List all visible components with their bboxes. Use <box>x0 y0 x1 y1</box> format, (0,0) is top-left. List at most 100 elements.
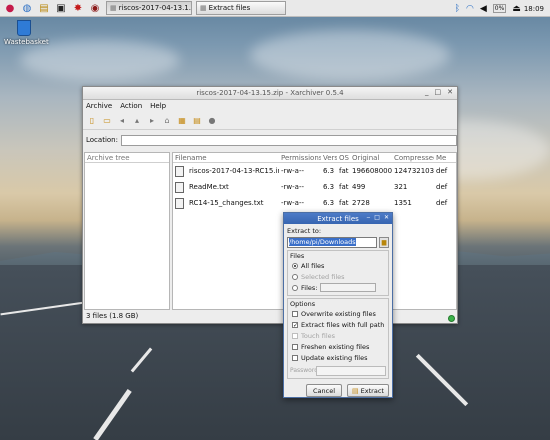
option-label: Overwrite existing files <box>301 309 376 318</box>
file-name: riscos-2017-04-13-RC15.img <box>189 167 279 175</box>
close-icon[interactable]: ✕ <box>447 88 453 96</box>
wifi-icon[interactable]: ◠ <box>466 4 474 14</box>
terminal-icon[interactable]: ▣ <box>54 1 68 15</box>
volume-icon[interactable]: ◀ <box>480 4 487 14</box>
files-pattern-input[interactable] <box>320 283 377 292</box>
col-filename[interactable]: Filename <box>173 153 279 162</box>
table-row[interactable]: riscos-2017-04-13-RC15.img -rw-a-- 6.3 f… <box>173 163 456 179</box>
wastebasket-desktop-icon[interactable]: Wastebasket <box>4 20 49 46</box>
open-archive-icon[interactable]: ▭ <box>101 115 113 127</box>
col-compressed[interactable]: Compressed <box>392 153 434 162</box>
new-archive-icon[interactable]: ▯ <box>86 115 98 127</box>
archive-tree-panel[interactable]: Archive tree <box>84 152 170 310</box>
close-icon[interactable]: ✕ <box>384 214 389 221</box>
file-manager-icon[interactable]: ▤ <box>37 1 51 15</box>
maximize-icon[interactable]: □ <box>374 214 380 221</box>
extract-button[interactable]: ▤ Extract <box>347 384 389 397</box>
forward-icon[interactable]: ▸ <box>146 115 158 127</box>
browser-icon[interactable]: ◍ <box>20 1 34 15</box>
menu-archive[interactable]: Archive <box>86 102 112 110</box>
trash-icon <box>17 20 31 36</box>
extract-path-input[interactable]: /home/pi/Downloads <box>287 237 377 248</box>
col-method[interactable]: Me <box>434 153 454 162</box>
radio-icon <box>292 284 298 291</box>
menu-help[interactable]: Help <box>150 102 166 110</box>
stop-icon[interactable]: ● <box>206 115 218 127</box>
file-permissions: -rw-a-- <box>281 199 304 207</box>
status-bar: 3 files (1.8 GB) <box>84 311 456 321</box>
file-os: fat <box>339 167 349 175</box>
cancel-button[interactable]: Cancel <box>306 384 342 397</box>
checkbox-icon <box>292 354 298 361</box>
col-version[interactable]: Version <box>321 153 337 162</box>
table-row[interactable]: ReadMe.txt -rw-a-- 6.3 fat 499 321 def <box>173 179 456 195</box>
password-input <box>316 365 386 376</box>
back-icon[interactable]: ◂ <box>116 115 128 127</box>
window-titlebar[interactable]: riscos-2017-04-13.15.zip - Xarchiver 0.5… <box>83 87 457 100</box>
cloud <box>20 40 180 80</box>
extract-icon[interactable]: ▤ <box>191 115 203 127</box>
file-os: fat <box>339 199 349 207</box>
file-version: 6.3 <box>323 183 335 191</box>
table-row[interactable]: RC14-15_changes.txt -rw-a-- 6.3 fat 2728… <box>173 195 456 211</box>
text-file-icon <box>175 197 184 209</box>
minimize-icon[interactable]: _ <box>425 88 429 96</box>
file-list-header: Filename Permissions Version OS Original… <box>173 153 456 163</box>
raspberry-menu-icon[interactable]: ● <box>3 1 17 15</box>
menu-action[interactable]: Action <box>120 102 142 110</box>
bluetooth-icon[interactable]: ᛒ <box>455 4 460 14</box>
archive-icon: ▦ <box>110 4 117 12</box>
dialog-titlebar[interactable]: Extract files ‒ □ ✕ <box>284 213 392 224</box>
file-compressed: 124732103 <box>394 167 434 175</box>
checkmark-icon: ✓ <box>292 321 299 329</box>
extract-dialog: Extract files ‒ □ ✕ Extract to: /home/pi… <box>283 212 393 398</box>
status-text: 3 files (1.8 GB) <box>86 312 139 320</box>
file-permissions: -rw-a-- <box>281 183 304 191</box>
file-method: def <box>436 167 448 175</box>
file-method: def <box>436 183 448 191</box>
menubar: Archive Action Help <box>83 100 457 112</box>
eject-icon[interactable]: ⏏ <box>512 4 521 14</box>
road-marking <box>93 388 132 440</box>
button-label: Cancel <box>312 386 336 395</box>
file-original: 2728 <box>352 199 370 207</box>
freshen-checkbox[interactable]: Freshen existing files <box>290 341 386 352</box>
file-compressed: 321 <box>394 183 408 191</box>
touch-files-checkbox: Touch files <box>290 330 386 341</box>
location-input[interactable] <box>120 134 457 146</box>
checkbox-icon <box>292 310 298 317</box>
option-label: Files: <box>301 283 318 292</box>
radio-icon <box>292 273 298 280</box>
overwrite-checkbox[interactable]: Overwrite existing files <box>290 308 386 319</box>
wolfram-icon[interactable]: ◉ <box>88 1 102 15</box>
task-extract-files[interactable]: ▦ Extract files <box>196 1 286 15</box>
clock[interactable]: 18:09 <box>524 5 544 13</box>
files-group-label: Files <box>290 252 305 260</box>
minimize-icon[interactable]: ‒ <box>366 214 370 221</box>
full-path-checkbox[interactable]: ✓ Extract files with full path <box>290 319 386 330</box>
browse-folder-button[interactable]: ▆ <box>379 237 389 248</box>
options-group-label: Options <box>290 300 316 308</box>
files-group: Files All files Selected files Files: <box>287 250 389 296</box>
option-label: Touch files <box>301 331 336 340</box>
update-checkbox[interactable]: Update existing files <box>290 352 386 363</box>
all-files-radio[interactable]: All files <box>290 260 386 271</box>
files-pattern-radio[interactable]: Files: <box>290 282 386 293</box>
options-group: Options Overwrite existing files ✓ Extrac… <box>287 298 389 379</box>
maximize-icon[interactable]: □ <box>435 88 442 96</box>
home-icon[interactable]: ⌂ <box>161 115 173 127</box>
option-label: Update existing files <box>301 353 368 362</box>
add-files-icon[interactable]: ▦ <box>176 115 188 127</box>
radio-icon <box>292 262 298 269</box>
up-icon[interactable]: ▴ <box>131 115 143 127</box>
window-title: riscos-2017-04-13.15.zip - Xarchiver 0.5… <box>196 89 344 97</box>
disk-image-icon <box>175 165 184 177</box>
task-label: Extract files <box>208 4 251 12</box>
col-os[interactable]: OS <box>337 153 350 162</box>
col-permissions[interactable]: Permissions <box>279 153 321 162</box>
status-led-icon <box>448 315 455 322</box>
col-original[interactable]: Original <box>350 153 392 162</box>
math-icon[interactable]: ✸ <box>71 1 85 15</box>
option-label: Freshen existing files <box>301 342 370 351</box>
task-xarchiver[interactable]: ▦ riscos-2017-04-13.1... <box>106 1 192 15</box>
